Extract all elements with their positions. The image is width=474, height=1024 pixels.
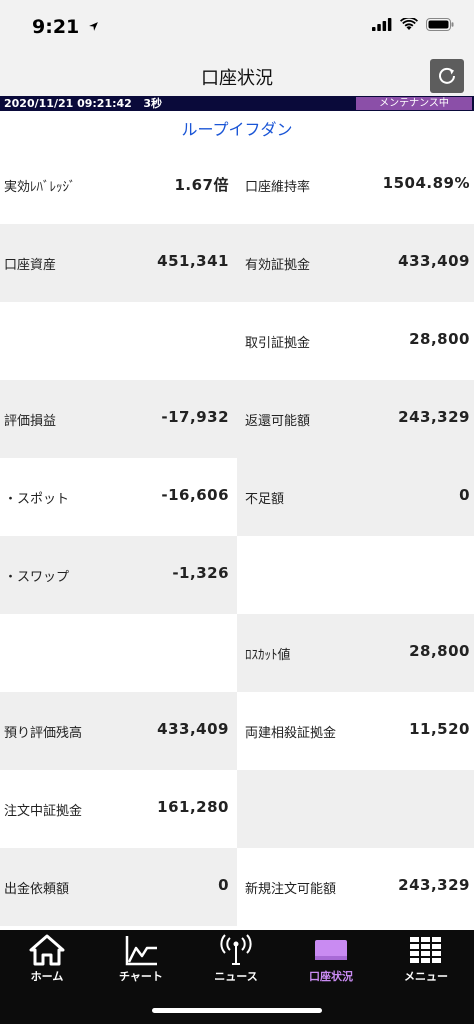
account-row: ・スポット -16,606 不足額 0 xyxy=(0,458,474,536)
cell-hedge-margin: 両建相殺証拠金 11,520 xyxy=(237,692,474,770)
section-title: ループイフダン xyxy=(181,120,293,139)
home-icon xyxy=(29,934,65,966)
cell-label: 注文中証拠金 xyxy=(4,804,83,819)
cell-margin-ratio: 口座維持率 1504.89% xyxy=(237,146,474,224)
tab-menu[interactable]: メニュー xyxy=(379,934,473,990)
cell-empty xyxy=(237,770,474,848)
refresh-icon xyxy=(439,67,455,84)
account-grid: 実効ﾚﾊﾞﾚｯｼﾞ 1.67倍 口座維持率 1504.89% 口座資産 451,… xyxy=(0,146,474,926)
cell-label: 不足額 xyxy=(245,492,285,507)
cell-label: 有効証拠金 xyxy=(245,258,311,273)
location-arrow-icon xyxy=(88,22,98,31)
cell-trading-margin: 取引証拠金 28,800 xyxy=(237,302,474,380)
cell-new-order-available: 新規注文可能額 243,329 xyxy=(237,848,474,926)
tab-chart[interactable]: チャート xyxy=(94,934,188,990)
cell-value: 11,520 xyxy=(409,720,470,738)
page-title: 口座状況 xyxy=(201,68,273,89)
tab-label: 口座状況 xyxy=(309,970,353,983)
status-time-text: 9:21 xyxy=(32,16,80,38)
update-info: 2020/11/21 09:21:42 3秒 xyxy=(4,96,162,111)
account-icon xyxy=(315,940,347,960)
menu-grid-icon xyxy=(410,937,441,963)
home-indicator[interactable] xyxy=(152,1008,322,1013)
tab-label: チャート xyxy=(119,970,163,983)
status-time: 9:21 xyxy=(32,16,99,38)
update-timestamp: 2020/11/21 09:21:42 xyxy=(4,97,132,110)
cell-effective-margin: 有効証拠金 433,409 xyxy=(237,224,474,302)
status-icons xyxy=(372,18,454,31)
cell-value: 243,329 xyxy=(398,876,470,894)
account-row: 出金依頼額 0 新規注文可能額 243,329 xyxy=(0,848,474,926)
cell-label: 両建相殺証拠金 xyxy=(245,726,337,741)
tab-label: ホーム xyxy=(30,970,64,983)
cell-deposit-valuation: 預り評価残高 433,409 xyxy=(0,692,237,770)
cell-label: ・スポット xyxy=(4,492,70,507)
tab-account[interactable]: 口座状況 xyxy=(284,934,378,990)
refresh-button[interactable] xyxy=(430,59,464,93)
update-interval: 3秒 xyxy=(143,97,162,110)
cell-account-assets: 口座資産 451,341 xyxy=(0,224,237,302)
cell-label: ・スワップ xyxy=(4,570,70,585)
tab-news[interactable]: ニュース xyxy=(189,934,283,990)
cell-label: ﾛｽｶｯﾄ値 xyxy=(245,648,291,663)
header: 口座状況 xyxy=(0,56,474,96)
cell-unrealized-pl: 評価損益 -17,932 xyxy=(0,380,237,458)
cell-value: 243,329 xyxy=(398,408,470,426)
cell-value: 433,409 xyxy=(157,720,229,738)
cellular-signal-icon xyxy=(372,18,392,31)
cell-value: 433,409 xyxy=(398,252,470,270)
cell-label: 預り評価残高 xyxy=(4,726,83,741)
cell-value: -16,606 xyxy=(161,486,229,504)
cell-value: 1504.89% xyxy=(382,174,470,192)
cell-swap: ・スワップ -1,326 xyxy=(0,536,237,614)
info-bar: 2020/11/21 09:21:42 3秒 メンテナンス中 xyxy=(0,96,474,111)
cell-value: -1,326 xyxy=(172,564,229,582)
cell-value: 0 xyxy=(218,876,229,894)
cell-label: 実効ﾚﾊﾞﾚｯｼﾞ xyxy=(4,180,76,195)
account-row: ・スワップ -1,326 xyxy=(0,536,474,614)
cell-loss-cut: ﾛｽｶｯﾄ値 28,800 xyxy=(237,614,474,692)
cell-label: 評価損益 xyxy=(4,414,57,429)
chart-icon xyxy=(125,936,157,966)
cell-order-margin: 注文中証拠金 161,280 xyxy=(0,770,237,848)
cell-empty xyxy=(0,614,237,692)
account-row: ﾛｽｶｯﾄ値 28,800 xyxy=(0,614,474,692)
cell-label: 口座資産 xyxy=(4,258,57,273)
cell-value: 161,280 xyxy=(157,798,229,816)
cell-value: 28,800 xyxy=(409,330,470,348)
cell-label: 返還可能額 xyxy=(245,414,311,429)
cell-label: 口座維持率 xyxy=(245,180,311,195)
battery-icon xyxy=(426,18,454,31)
cell-value: 451,341 xyxy=(157,252,229,270)
tab-label: メニュー xyxy=(404,970,448,983)
account-row: 評価損益 -17,932 返還可能額 243,329 xyxy=(0,380,474,458)
account-row: 口座資産 451,341 有効証拠金 433,409 xyxy=(0,224,474,302)
cell-label: 出金依頼額 xyxy=(4,882,70,897)
status-bar: 9:21 xyxy=(0,0,474,56)
cell-value: 0 xyxy=(459,486,470,504)
cell-label: 取引証拠金 xyxy=(245,336,311,351)
account-row: 注文中証拠金 161,280 xyxy=(0,770,474,848)
account-row: 実効ﾚﾊﾞﾚｯｼﾞ 1.67倍 口座維持率 1504.89% xyxy=(0,146,474,224)
cell-value: -17,932 xyxy=(161,408,229,426)
cell-shortfall: 不足額 0 xyxy=(237,458,474,536)
cell-value: 1.67倍 xyxy=(174,176,229,194)
cell-spot: ・スポット -16,606 xyxy=(0,458,237,536)
cell-value: 28,800 xyxy=(409,642,470,660)
tab-home[interactable]: ホーム xyxy=(0,934,94,990)
cell-withdrawal-request: 出金依頼額 0 xyxy=(0,848,237,926)
account-row: 預り評価残高 433,409 両建相殺証拠金 11,520 xyxy=(0,692,474,770)
news-icon xyxy=(220,934,252,965)
cell-empty xyxy=(0,302,237,380)
account-row: 取引証拠金 28,800 xyxy=(0,302,474,380)
cell-effective-leverage: 実効ﾚﾊﾞﾚｯｼﾞ 1.67倍 xyxy=(0,146,237,224)
wifi-icon xyxy=(400,18,418,30)
cell-empty xyxy=(237,536,474,614)
cell-withdrawable: 返還可能額 243,329 xyxy=(237,380,474,458)
tab-label: ニュース xyxy=(214,970,258,983)
maintenance-badge: メンテナンス中 xyxy=(356,97,472,110)
cell-label: 新規注文可能額 xyxy=(245,882,337,897)
